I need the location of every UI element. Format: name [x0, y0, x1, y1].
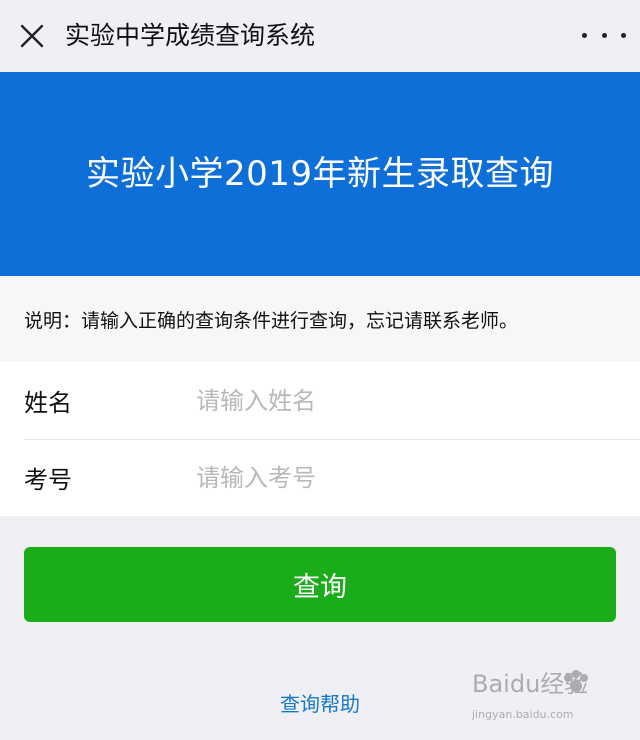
query-help-link[interactable]: 查询帮助	[0, 688, 640, 717]
name-input[interactable]	[196, 377, 596, 424]
more-menu-button[interactable]	[582, 22, 626, 48]
more-dots-icon	[582, 32, 587, 38]
query-button[interactable]: 查询	[24, 547, 616, 622]
banner-title: 实验小学2019年新生录取查询	[85, 154, 555, 194]
query-banner: 实验小学2019年新生录取查询	[0, 72, 640, 276]
exam-number-label: 考号	[24, 466, 72, 494]
close-icon	[20, 24, 44, 48]
more-dots-icon	[601, 32, 607, 38]
more-dots-icon	[621, 32, 626, 38]
top-navigation-bar: 实验中学成绩查询系统	[0, 0, 640, 72]
close-button[interactable]	[12, 16, 52, 56]
exam-number-input[interactable]	[196, 454, 596, 501]
instruction-text-row: 说明：请输入正确的查询条件进行查询，忘记请联系老师。	[0, 276, 640, 362]
instruction-text: 说明：请输入正确的查询条件进行查询，忘记请联系老师。	[24, 309, 519, 332]
query-form: 姓名 考号	[0, 362, 640, 516]
name-label: 姓名	[24, 389, 72, 417]
page-title: 实验中学成绩查询系统	[65, 21, 316, 50]
exam-number-field-row: 考号	[0, 439, 640, 516]
name-field-row: 姓名	[0, 362, 640, 439]
